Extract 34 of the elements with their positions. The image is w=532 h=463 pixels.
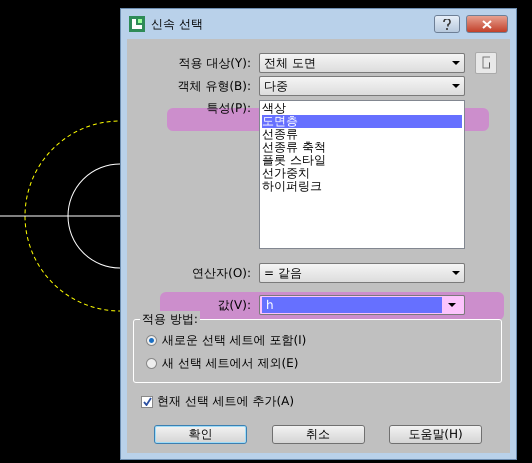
close-icon [482, 20, 492, 28]
object-type-label: 객체 유형(B): [176, 78, 251, 94]
dropdown-arrow-icon [448, 303, 456, 307]
list-item[interactable]: 하이퍼링크 [262, 180, 462, 193]
value-combobox[interactable]: h [259, 295, 465, 315]
app-icon [129, 16, 145, 32]
dropdown-arrow-icon [452, 61, 460, 65]
list-item[interactable]: 선종류 [262, 128, 462, 141]
help-button[interactable] [434, 15, 460, 33]
properties-label: 특성(P): [205, 100, 251, 117]
dialog-button[interactable]: 도움말(H) [389, 425, 482, 444]
apply-to-label: 적용 대상(Y): [177, 54, 251, 72]
dialog-button[interactable]: 확인 [154, 425, 247, 444]
dropdown-arrow-icon [452, 271, 460, 275]
close-button[interactable] [466, 15, 508, 33]
apply-to-dropdown[interactable]: 전체 도면 [259, 53, 465, 73]
list-item[interactable]: 플롯 스타일 [262, 154, 462, 167]
dropdown-arrow-icon [452, 84, 460, 88]
window-title: 신속 선택 [151, 16, 204, 32]
object-type-dropdown[interactable]: 다중 [259, 76, 465, 96]
list-item[interactable]: 색상 [262, 102, 462, 115]
radio-option[interactable]: 새로운 선택 세트에 포함(I) [146, 332, 489, 349]
operator-label: 연산자(O): [191, 264, 251, 282]
list-item[interactable]: 선가중치 [262, 167, 462, 180]
list-item[interactable]: 도면층 [262, 115, 462, 128]
append-checkbox[interactable]: 현재 선택 세트에 추가(A) [141, 393, 510, 410]
question-mark-icon [443, 18, 451, 30]
list-item[interactable]: 선종류 축척 [262, 141, 462, 154]
group-title: 적용 방법: [140, 311, 200, 328]
select-objects-button[interactable] [475, 52, 497, 74]
operator-dropdown[interactable]: = 같음 [259, 263, 465, 283]
value-label: 값(V): [216, 296, 251, 314]
radio-option[interactable]: 새 선택 세트에서 제외(E) [146, 355, 489, 372]
dialog-button[interactable]: 취소 [272, 425, 364, 444]
